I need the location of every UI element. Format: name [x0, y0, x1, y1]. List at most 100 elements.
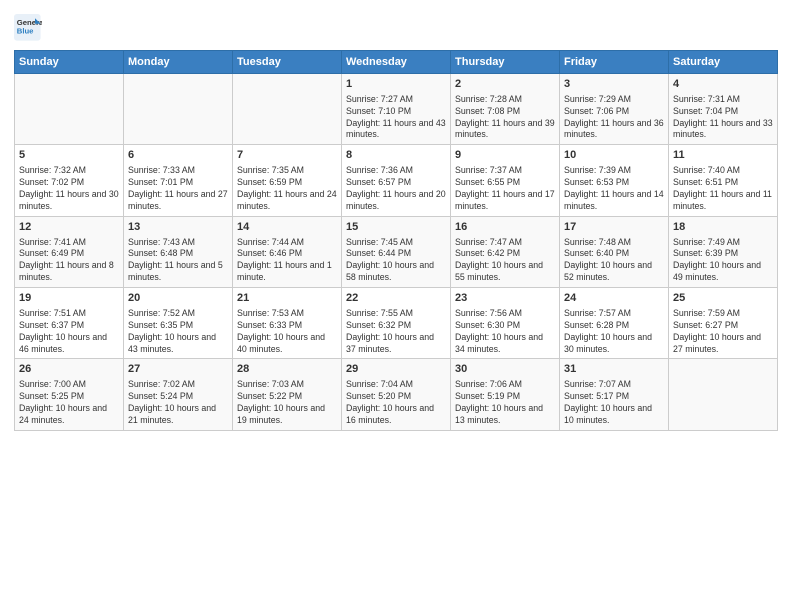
calendar-cell: 13 Sunrise: 7:43 AM Sunset: 6:48 PM Dayli… [124, 216, 233, 287]
day-number: 2 [455, 77, 555, 92]
day-number: 9 [455, 148, 555, 163]
calendar-cell: 27 Sunrise: 7:02 AM Sunset: 5:24 PM Dayli… [124, 359, 233, 430]
calendar-cell: 30 Sunrise: 7:06 AM Sunset: 5:19 PM Dayli… [451, 359, 560, 430]
day-info: Sunrise: 7:40 AM Sunset: 6:51 PM Dayligh… [673, 165, 773, 213]
day-number: 25 [673, 291, 773, 306]
calendar-cell: 28Sunrise: 7:03 AM Sunset: 5:22 PM Dayli… [233, 359, 342, 430]
calendar-cell: 2 Sunrise: 7:28 AM Sunset: 7:08 PM Daylig… [451, 74, 560, 145]
calendar-cell: 25 Sunrise: 7:59 AM Sunset: 6:27 PM Dayli… [669, 288, 778, 359]
day-number: 29 [346, 362, 446, 377]
calendar-cell: 11Sunrise: 7:40 AM Sunset: 6:51 PM Dayli… [669, 145, 778, 216]
day-info: Sunrise: 7:39 AM Sunset: 6:53 PM Dayligh… [564, 165, 664, 213]
calendar-cell: 23 Sunrise: 7:56 AM Sunset: 6:30 PM Dayli… [451, 288, 560, 359]
day-info: Sunrise: 7:04 AM Sunset: 5:20 PM Dayligh… [346, 379, 446, 427]
day-info: Sunrise: 7:57 AM Sunset: 6:28 PM Dayligh… [564, 308, 664, 356]
calendar-cell: 18Sunrise: 7:49 AM Sunset: 6:39 PM Dayli… [669, 216, 778, 287]
calendar-cell: 5Sunrise: 7:32 AM Sunset: 7:02 PM Daylig… [15, 145, 124, 216]
weekday-header-thursday: Thursday [451, 51, 560, 74]
day-info: Sunrise: 7:29 AM Sunset: 7:06 PM Dayligh… [564, 94, 664, 142]
day-info: Sunrise: 7:43 AM Sunset: 6:48 PM Dayligh… [128, 237, 228, 285]
day-info: Sunrise: 7:33 AM Sunset: 7:01 PM Dayligh… [128, 165, 228, 213]
day-info: Sunrise: 7:41 AM Sunset: 6:49 PM Dayligh… [19, 237, 119, 285]
logo: General Blue [14, 14, 42, 42]
calendar-cell [15, 74, 124, 145]
day-number: 24 [564, 291, 664, 306]
day-number: 20 [128, 291, 228, 306]
day-number: 27 [128, 362, 228, 377]
day-info: Sunrise: 7:53 AM Sunset: 6:33 PM Dayligh… [237, 308, 337, 356]
day-info: Sunrise: 7:48 AM Sunset: 6:40 PM Dayligh… [564, 237, 664, 285]
day-number: 6 [128, 148, 228, 163]
logo-icon: General Blue [14, 14, 42, 42]
calendar-cell: 24 Sunrise: 7:57 AM Sunset: 6:28 PM Dayli… [560, 288, 669, 359]
day-number: 18 [673, 220, 773, 235]
calendar-cell: 20 Sunrise: 7:52 AM Sunset: 6:35 PM Dayli… [124, 288, 233, 359]
weekday-header-wednesday: Wednesday [342, 51, 451, 74]
day-number: 16 [455, 220, 555, 235]
calendar-week-2: 5Sunrise: 7:32 AM Sunset: 7:02 PM Daylig… [15, 145, 778, 216]
page-header: General Blue [14, 10, 778, 42]
day-info: Sunrise: 7:59 AM Sunset: 6:27 PM Dayligh… [673, 308, 773, 356]
day-info: Sunrise: 7:32 AM Sunset: 7:02 PM Dayligh… [19, 165, 119, 213]
day-info: Sunrise: 7:37 AM Sunset: 6:55 PM Dayligh… [455, 165, 555, 213]
day-info: Sunrise: 7:55 AM Sunset: 6:32 PM Dayligh… [346, 308, 446, 356]
day-number: 14 [237, 220, 337, 235]
calendar-cell [233, 74, 342, 145]
day-info: Sunrise: 7:03 AM Sunset: 5:22 PM Dayligh… [237, 379, 337, 427]
calendar-cell: 9 Sunrise: 7:37 AM Sunset: 6:55 PM Daylig… [451, 145, 560, 216]
calendar-cell: 15Sunrise: 7:45 AM Sunset: 6:44 PM Dayli… [342, 216, 451, 287]
calendar-cell: 10Sunrise: 7:39 AM Sunset: 6:53 PM Dayli… [560, 145, 669, 216]
day-info: Sunrise: 7:07 AM Sunset: 5:17 PM Dayligh… [564, 379, 664, 427]
day-number: 26 [19, 362, 119, 377]
weekday-header-monday: Monday [124, 51, 233, 74]
calendar-week-4: 19 Sunrise: 7:51 AM Sunset: 6:37 PM Dayli… [15, 288, 778, 359]
day-info: Sunrise: 7:06 AM Sunset: 5:19 PM Dayligh… [455, 379, 555, 427]
day-info: Sunrise: 7:28 AM Sunset: 7:08 PM Dayligh… [455, 94, 555, 142]
calendar-week-5: 26 Sunrise: 7:00 AM Sunset: 5:25 PM Dayli… [15, 359, 778, 430]
calendar-cell: 21 Sunrise: 7:53 AM Sunset: 6:33 PM Dayli… [233, 288, 342, 359]
day-info: Sunrise: 7:02 AM Sunset: 5:24 PM Dayligh… [128, 379, 228, 427]
day-info: Sunrise: 7:31 AM Sunset: 7:04 PM Dayligh… [673, 94, 773, 142]
day-number: 22 [346, 291, 446, 306]
day-info: Sunrise: 7:27 AM Sunset: 7:10 PM Dayligh… [346, 94, 446, 142]
calendar-week-3: 12 Sunrise: 7:41 AM Sunset: 6:49 PM Dayli… [15, 216, 778, 287]
day-info: Sunrise: 7:52 AM Sunset: 6:35 PM Dayligh… [128, 308, 228, 356]
day-info: Sunrise: 7:44 AM Sunset: 6:46 PM Dayligh… [237, 237, 337, 285]
calendar-cell: 6 Sunrise: 7:33 AM Sunset: 7:01 PM Daylig… [124, 145, 233, 216]
weekday-header-saturday: Saturday [669, 51, 778, 74]
calendar-week-1: 1 Sunrise: 7:27 AM Sunset: 7:10 PM Daylig… [15, 74, 778, 145]
calendar-cell: 8Sunrise: 7:36 AM Sunset: 6:57 PM Daylig… [342, 145, 451, 216]
day-number: 4 [673, 77, 773, 92]
day-info: Sunrise: 7:00 AM Sunset: 5:25 PM Dayligh… [19, 379, 119, 427]
day-number: 21 [237, 291, 337, 306]
calendar-cell: 22 Sunrise: 7:55 AM Sunset: 6:32 PM Dayli… [342, 288, 451, 359]
day-info: Sunrise: 7:56 AM Sunset: 6:30 PM Dayligh… [455, 308, 555, 356]
calendar-cell: 26 Sunrise: 7:00 AM Sunset: 5:25 PM Dayli… [15, 359, 124, 430]
day-number: 1 [346, 77, 446, 92]
day-number: 12 [19, 220, 119, 235]
calendar-cell: 19 Sunrise: 7:51 AM Sunset: 6:37 PM Dayli… [15, 288, 124, 359]
calendar-table: SundayMondayTuesdayWednesdayThursdayFrid… [14, 50, 778, 431]
calendar-cell: 4 Sunrise: 7:31 AM Sunset: 7:04 PM Daylig… [669, 74, 778, 145]
calendar-cell: 17Sunrise: 7:48 AM Sunset: 6:40 PM Dayli… [560, 216, 669, 287]
weekday-header-tuesday: Tuesday [233, 51, 342, 74]
calendar-cell: 1 Sunrise: 7:27 AM Sunset: 7:10 PM Daylig… [342, 74, 451, 145]
day-number: 30 [455, 362, 555, 377]
day-number: 13 [128, 220, 228, 235]
calendar-cell: 7Sunrise: 7:35 AM Sunset: 6:59 PM Daylig… [233, 145, 342, 216]
day-info: Sunrise: 7:47 AM Sunset: 6:42 PM Dayligh… [455, 237, 555, 285]
calendar-cell: 3 Sunrise: 7:29 AM Sunset: 7:06 PM Daylig… [560, 74, 669, 145]
day-number: 3 [564, 77, 664, 92]
calendar-cell [124, 74, 233, 145]
day-number: 19 [19, 291, 119, 306]
day-info: Sunrise: 7:51 AM Sunset: 6:37 PM Dayligh… [19, 308, 119, 356]
day-number: 23 [455, 291, 555, 306]
calendar-cell: 12 Sunrise: 7:41 AM Sunset: 6:49 PM Dayli… [15, 216, 124, 287]
day-number: 31 [564, 362, 664, 377]
day-info: Sunrise: 7:36 AM Sunset: 6:57 PM Dayligh… [346, 165, 446, 213]
day-number: 7 [237, 148, 337, 163]
weekday-header-sunday: Sunday [15, 51, 124, 74]
page-container: General Blue SundayMondayTuesdayWednesda… [0, 0, 792, 441]
calendar-cell: 14 Sunrise: 7:44 AM Sunset: 6:46 PM Dayli… [233, 216, 342, 287]
calendar-header-row: SundayMondayTuesdayWednesdayThursdayFrid… [15, 51, 778, 74]
